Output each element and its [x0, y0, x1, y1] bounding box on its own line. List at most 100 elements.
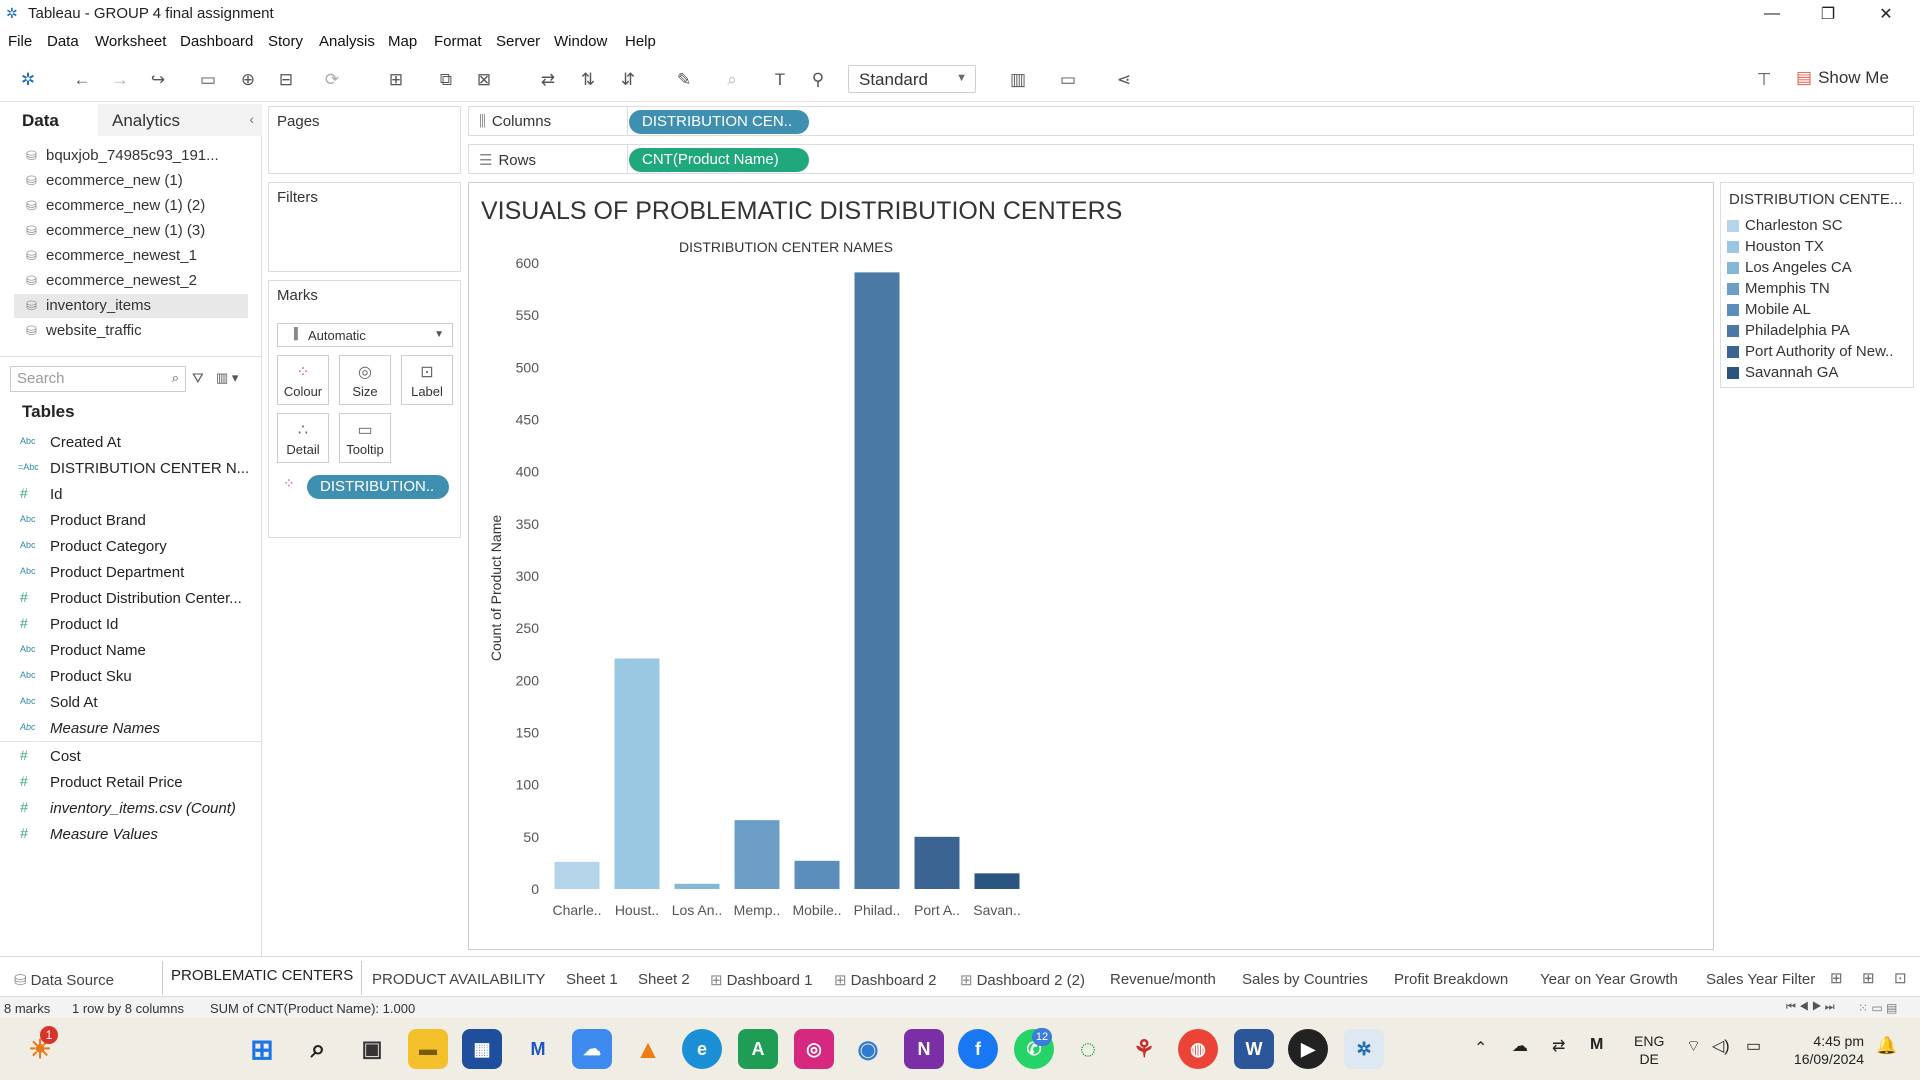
onenote-icon[interactable]: N — [904, 1029, 944, 1069]
tab-sheet-1[interactable]: Sheet 1 — [558, 965, 626, 995]
bar[interactable] — [614, 658, 660, 889]
sort-ascending-icon[interactable]: ⇅ — [576, 68, 600, 92]
dimension-field[interactable]: =Abc DISTRIBUTION CENTER N... — [0, 456, 262, 480]
columns-shelf[interactable]: ⫼ Columns DISTRIBUTION CEN.. — [468, 106, 1914, 136]
filters-card[interactable]: Filters — [268, 182, 461, 272]
tableau-home-icon[interactable]: ✲ — [16, 68, 40, 92]
new-worksheet-icon[interactable]: ⊞ — [384, 68, 408, 92]
spreadsheet-app-icon[interactable]: A — [738, 1029, 778, 1069]
labels-icon[interactable]: T — [768, 68, 792, 92]
menu-window[interactable]: Window — [554, 33, 607, 50]
instagram-icon[interactable]: ◎ — [794, 1029, 834, 1069]
file-explorer-icon[interactable]: ▬ — [408, 1029, 448, 1069]
task-view-icon[interactable]: ▣ — [352, 1029, 392, 1069]
legend-item[interactable]: Philadelphia PA — [1727, 322, 1850, 342]
tab-product-availability[interactable]: PRODUCT AVAILABILITY — [364, 965, 553, 995]
dimension-field[interactable]: Abc Product Sku — [0, 664, 262, 688]
menu-analysis[interactable]: Analysis — [319, 33, 375, 50]
legend-item[interactable]: Savannah GA — [1727, 364, 1838, 384]
cloud-icon[interactable]: ☁ — [1512, 1036, 1528, 1056]
tab-dashboard-2-2[interactable]: ⊞ Dashboard 2 (2) — [952, 965, 1093, 995]
bar[interactable] — [854, 272, 900, 889]
replay-icon[interactable]: ↪ — [146, 68, 170, 92]
legend-item[interactable]: Mobile AL — [1727, 301, 1811, 321]
highlight-icon[interactable]: ✎ — [672, 68, 696, 92]
pdf-reader-icon[interactable]: ⚘ — [1124, 1029, 1164, 1069]
chat-app-icon[interactable]: ◉ — [848, 1029, 888, 1069]
search-input[interactable]: Search ⌕ — [10, 366, 186, 392]
menu-format[interactable]: Format — [434, 33, 482, 50]
sort-descending-icon[interactable]: ⇵ — [616, 68, 640, 92]
tab-problematic-centers[interactable]: PROBLEMATIC CENTERS — [162, 961, 363, 995]
group-icon[interactable]: ⌕ — [720, 68, 744, 92]
menu-map[interactable]: Map — [388, 33, 417, 50]
paintbrush-icon[interactable]: ⊤ — [1752, 68, 1776, 92]
datasource-item[interactable]: ⛁ website_traffic — [14, 319, 248, 343]
tab-data[interactable]: Data — [0, 104, 98, 136]
collapse-icon[interactable]: ‹ — [249, 111, 254, 127]
microsoft-store-icon[interactable]: ▦ — [462, 1029, 502, 1069]
sync-app-icon[interactable]: ◌ — [1068, 1029, 1108, 1069]
cloud-app-icon[interactable]: ☁ — [572, 1029, 612, 1069]
colour-pill[interactable]: DISTRIBUTION.. — [307, 475, 449, 499]
pause-updates-icon[interactable]: ⊟ — [274, 68, 298, 92]
dimension-field[interactable]: Abc Created At — [0, 430, 262, 454]
transfer-icon[interactable]: ⇄ — [1552, 1036, 1565, 1056]
tab-profit-breakdown[interactable]: Profit Breakdown — [1386, 965, 1516, 995]
new-worksheet-icon[interactable]: ⊞ — [1830, 969, 1843, 987]
tab-data-source[interactable]: ⛁ Data Source — [6, 965, 122, 995]
redo-icon[interactable]: → — [108, 68, 132, 92]
save-icon[interactable]: ▭ — [196, 68, 220, 92]
media-player-icon[interactable]: ▶ — [1288, 1029, 1328, 1069]
label-button[interactable]: ⊡ Label — [401, 355, 453, 405]
tableau-taskbar-icon[interactable]: ✲ — [1344, 1029, 1384, 1069]
dimension-field[interactable]: Abc Sold At — [0, 690, 262, 714]
tab-analytics[interactable]: Analytics ‹ — [98, 104, 262, 136]
sheet-sorter-icon[interactable]: ⁙ ▭ ▤ — [1858, 1001, 1897, 1015]
dimension-field[interactable]: Abc Product Department — [0, 560, 262, 584]
colour-button[interactable]: ⁘ Colour — [277, 355, 329, 405]
facebook-icon[interactable]: f — [958, 1029, 998, 1069]
edge-browser-icon[interactable]: e — [682, 1029, 722, 1069]
datasource-item[interactable]: ⛁ bquxjob_74985c93_191... — [14, 144, 248, 168]
card-view-icon[interactable]: ▥ — [1006, 68, 1030, 92]
bar[interactable] — [554, 861, 600, 889]
measure-field[interactable]: # Cost — [0, 744, 262, 768]
menu-dashboard[interactable]: Dashboard — [180, 33, 253, 50]
datasource-item[interactable]: ⛁ ecommerce_newest_2 — [14, 269, 248, 293]
mail-icon[interactable]: M — [1590, 1036, 1603, 1054]
tab-sheet-2[interactable]: Sheet 2 — [630, 965, 698, 995]
tab-year-on-year-growth[interactable]: Year on Year Growth — [1532, 965, 1686, 995]
dimension-field[interactable]: # Product Id — [0, 612, 262, 636]
bar[interactable] — [734, 820, 780, 889]
tab-dashboard-2[interactable]: ⊞ Dashboard 2 — [826, 965, 944, 995]
volume-icon[interactable]: ◁) — [1712, 1036, 1730, 1056]
legend-item[interactable]: Houston TX — [1727, 238, 1824, 258]
refresh-icon[interactable]: ⟳ — [320, 68, 344, 92]
view-options-icon[interactable]: ▥ ▾ — [216, 370, 238, 386]
system-clock[interactable]: 4:45 pm 16/09/2024 — [1786, 1032, 1864, 1068]
wifi-icon[interactable]: ⌔ — [1686, 1036, 1701, 1056]
input-language[interactable]: ENG DE — [1634, 1032, 1664, 1068]
bar[interactable] — [974, 873, 1020, 889]
menu-story[interactable]: Story — [268, 33, 303, 50]
measure-field[interactable]: # inventory_items.csv (Count) — [0, 796, 262, 820]
legend-item[interactable]: Los Angeles CA — [1727, 259, 1852, 279]
pages-card[interactable]: Pages — [268, 106, 461, 174]
dimension-field[interactable]: Abc Product Brand — [0, 508, 262, 532]
menu-server[interactable]: Server — [496, 33, 540, 50]
mark-type-select[interactable]: ▐ Automatic ▼ — [277, 323, 453, 347]
tooltip-button[interactable]: ▭ Tooltip — [339, 413, 391, 463]
close-button[interactable]: ✕ — [1858, 0, 1914, 28]
undo-icon[interactable]: ← — [70, 68, 94, 92]
datasource-item-selected[interactable]: ⛁ inventory_items — [14, 294, 248, 318]
share-icon[interactable]: ⋖ — [1112, 68, 1136, 92]
tab-sales-year-filter[interactable]: Sales Year Filter — [1698, 965, 1823, 995]
windows-start-icon[interactable]: ⊞ — [242, 1029, 282, 1069]
menu-file[interactable]: File — [8, 33, 32, 50]
presentation-icon[interactable]: ▭ — [1056, 68, 1080, 92]
datasource-item[interactable]: ⛁ ecommerce_new (1) — [14, 169, 248, 193]
bar[interactable] — [794, 860, 840, 889]
swap-icon[interactable]: ⇄ — [536, 68, 560, 92]
size-button[interactable]: ◎ Size — [339, 355, 391, 405]
